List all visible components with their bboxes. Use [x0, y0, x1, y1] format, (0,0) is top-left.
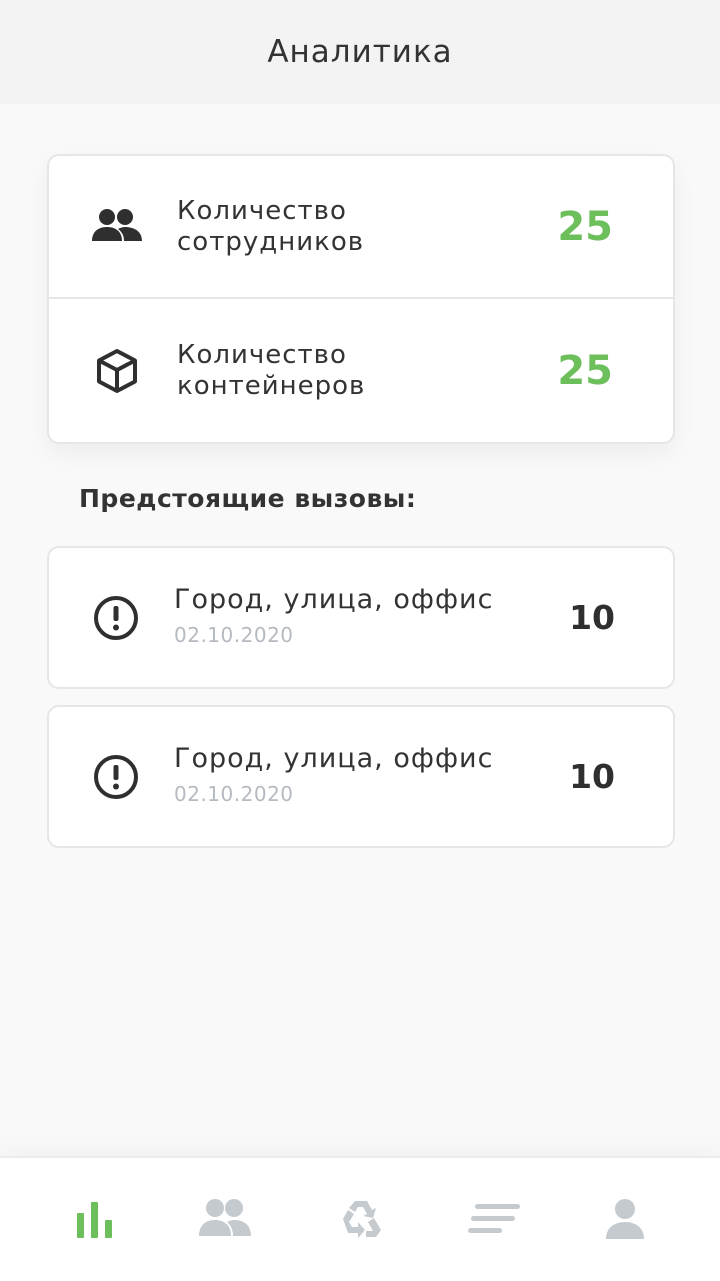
container-count-row[interactable]: Количество контейнеров 25 [49, 299, 673, 442]
call-date: 02.10.2020 [174, 782, 294, 806]
list-icon [467, 1203, 521, 1239]
call-count: 10 [569, 757, 615, 796]
call-item[interactable]: Город, улица, оффис 02.10.2020 10 [47, 546, 675, 689]
stat-label: Количество контейнеров [177, 339, 366, 401]
call-info: Город, улица, оффис 02.10.2020 [174, 743, 493, 806]
stat-value: 25 [557, 347, 613, 394]
stats-card: Количество сотрудников 25 Количество кон… [47, 154, 675, 444]
call-count: 10 [569, 598, 615, 637]
call-date: 02.10.2020 [174, 623, 294, 647]
recycle-icon [338, 1197, 384, 1245]
upcoming-calls-title: Предстоящие вызовы: [79, 484, 417, 513]
alert-circle-icon [91, 752, 141, 802]
tab-recycling[interactable] [331, 1196, 391, 1246]
call-info: Город, улица, оффис 02.10.2020 [174, 584, 493, 647]
box-icon [91, 345, 143, 397]
call-address: Город, улица, оффис [174, 743, 494, 774]
tab-profile[interactable] [595, 1196, 655, 1246]
page-title: Аналитика [267, 34, 453, 70]
tab-list[interactable] [464, 1196, 524, 1246]
stat-label: Количество сотрудников [177, 195, 365, 257]
stat-value: 25 [557, 203, 613, 250]
user-icon [605, 1198, 645, 1244]
tab-employees[interactable] [195, 1196, 255, 1246]
app-header: Аналитика [0, 0, 720, 104]
alert-circle-icon [91, 593, 141, 643]
bar-chart-icon [74, 1198, 116, 1244]
employee-count-row[interactable]: Количество сотрудников 25 [49, 156, 673, 299]
call-address: Город, улица, оффис [174, 584, 494, 615]
call-item[interactable]: Город, улица, оффис 02.10.2020 10 [47, 705, 675, 848]
people-icon [198, 1198, 252, 1244]
bottom-tab-bar [0, 1156, 720, 1281]
tab-analytics[interactable] [65, 1196, 125, 1246]
people-icon [91, 201, 143, 253]
